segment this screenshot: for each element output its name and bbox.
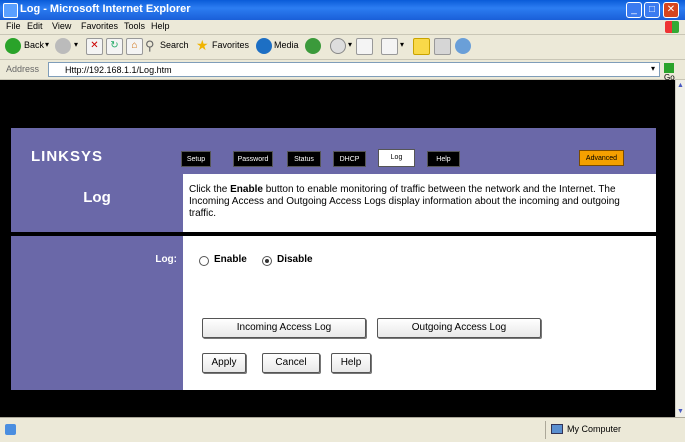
scroll-up-icon[interactable]: ▲ [677, 82, 684, 89]
address-url: Http://192.168.1.1/Log.htm [65, 65, 172, 75]
enable-radio[interactable] [199, 256, 209, 266]
discuss-icon[interactable] [434, 38, 451, 55]
print-icon[interactable] [356, 38, 373, 55]
menu-bar: File Edit View Favorites Tools Help [0, 20, 685, 35]
edit-icon[interactable] [381, 38, 398, 55]
menu-edit[interactable]: Edit [27, 21, 43, 31]
history-icon[interactable] [305, 38, 321, 54]
back-button[interactable]: Back [24, 40, 44, 50]
toolbar: Back ▾ ▾ ✕ ↻ ⌂ ⚲ Search ★ Favorites Medi… [0, 35, 685, 60]
edit-dropdown-icon[interactable]: ▾ [400, 40, 404, 49]
apply-button[interactable]: Apply [202, 353, 246, 373]
window-title: Log - Microsoft Internet Explorer [20, 3, 191, 15]
go-button[interactable]: Go [664, 63, 684, 82]
folder-icon[interactable] [413, 38, 430, 55]
disable-label[interactable]: Disable [277, 254, 313, 265]
help-button[interactable]: Help [331, 353, 371, 373]
page-title: Log [83, 189, 111, 206]
tab-password[interactable]: Password [233, 151, 273, 167]
tab-status[interactable]: Status [287, 151, 321, 167]
advanced-button[interactable]: Advanced [579, 150, 624, 166]
outgoing-access-log-button[interactable]: Outgoing Access Log [377, 318, 541, 338]
my-computer-icon [551, 424, 563, 434]
router-header: LINKSYS Setup Password Status DHCP Log H… [11, 128, 656, 174]
address-input[interactable]: Http://192.168.1.1/Log.htm [48, 62, 660, 77]
back-dropdown-icon[interactable]: ▾ [45, 40, 49, 49]
address-bar: Address Http://192.168.1.1/Log.htm ▾ Go [0, 60, 685, 82]
desc-text-pre: Click the [189, 184, 231, 195]
router-page: LINKSYS Setup Password Status DHCP Log H… [11, 128, 656, 390]
address-label: Address [6, 64, 40, 74]
incoming-access-log-button[interactable]: Incoming Access Log [202, 318, 366, 338]
favorites-button[interactable]: Favorites [212, 40, 249, 50]
page-done-icon [5, 424, 16, 435]
settings-label-panel: Log: [11, 236, 183, 390]
menu-file[interactable]: File [6, 21, 21, 31]
favorites-star-icon[interactable]: ★ [196, 37, 209, 54]
back-arrow-icon[interactable] [5, 38, 21, 54]
linksys-logo: LINKSYS [31, 148, 104, 165]
menu-view[interactable]: View [52, 21, 71, 31]
vertical-scrollbar[interactable]: ▲ ▼ [675, 80, 685, 417]
tab-log[interactable]: Log [378, 149, 415, 167]
status-bar: My Computer [0, 417, 685, 442]
page-description: Click the Enable button to enable monito… [183, 174, 656, 232]
security-zone-label: My Computer [567, 424, 622, 434]
tab-setup[interactable]: Setup [181, 151, 211, 167]
window-title-bar: Log - Microsoft Internet Explorer _ □ ✕ [0, 0, 685, 20]
media-icon[interactable] [256, 38, 272, 54]
enable-label[interactable]: Enable [214, 254, 247, 265]
log-field-label: Log: [155, 254, 177, 265]
address-dropdown-icon[interactable]: ▾ [651, 64, 655, 73]
messenger-icon[interactable] [455, 38, 471, 54]
windows-logo-icon [665, 21, 679, 33]
forward-arrow-icon[interactable] [55, 38, 71, 54]
scroll-down-icon[interactable]: ▼ [677, 408, 684, 415]
media-button[interactable]: Media [274, 40, 299, 50]
search-icon[interactable]: ⚲ [145, 38, 155, 54]
close-button[interactable]: ✕ [663, 2, 679, 18]
status-separator [545, 421, 546, 439]
disable-radio[interactable] [262, 256, 272, 266]
search-button[interactable]: Search [160, 40, 189, 50]
tab-dhcp[interactable]: DHCP [333, 151, 366, 167]
cancel-button[interactable]: Cancel [262, 353, 320, 373]
forward-dropdown-icon[interactable]: ▾ [74, 40, 78, 49]
maximize-button[interactable]: □ [644, 2, 660, 18]
desc-text-bold: Enable [230, 184, 263, 195]
go-arrow-icon [664, 63, 674, 73]
menu-tools[interactable]: Tools [124, 21, 145, 31]
refresh-icon[interactable]: ↻ [106, 38, 123, 55]
ie-icon [3, 3, 18, 18]
menu-favorites[interactable]: Favorites [81, 21, 118, 31]
mail-icon[interactable] [330, 38, 346, 54]
log-settings-form: Enable Disable Incoming Access Log Outgo… [183, 236, 656, 390]
tab-help[interactable]: Help [427, 151, 460, 167]
stop-icon[interactable]: ✕ [86, 38, 103, 55]
menu-help[interactable]: Help [151, 21, 170, 31]
home-icon[interactable]: ⌂ [126, 38, 143, 55]
mail-dropdown-icon[interactable]: ▾ [348, 40, 352, 49]
minimize-button[interactable]: _ [626, 2, 642, 18]
